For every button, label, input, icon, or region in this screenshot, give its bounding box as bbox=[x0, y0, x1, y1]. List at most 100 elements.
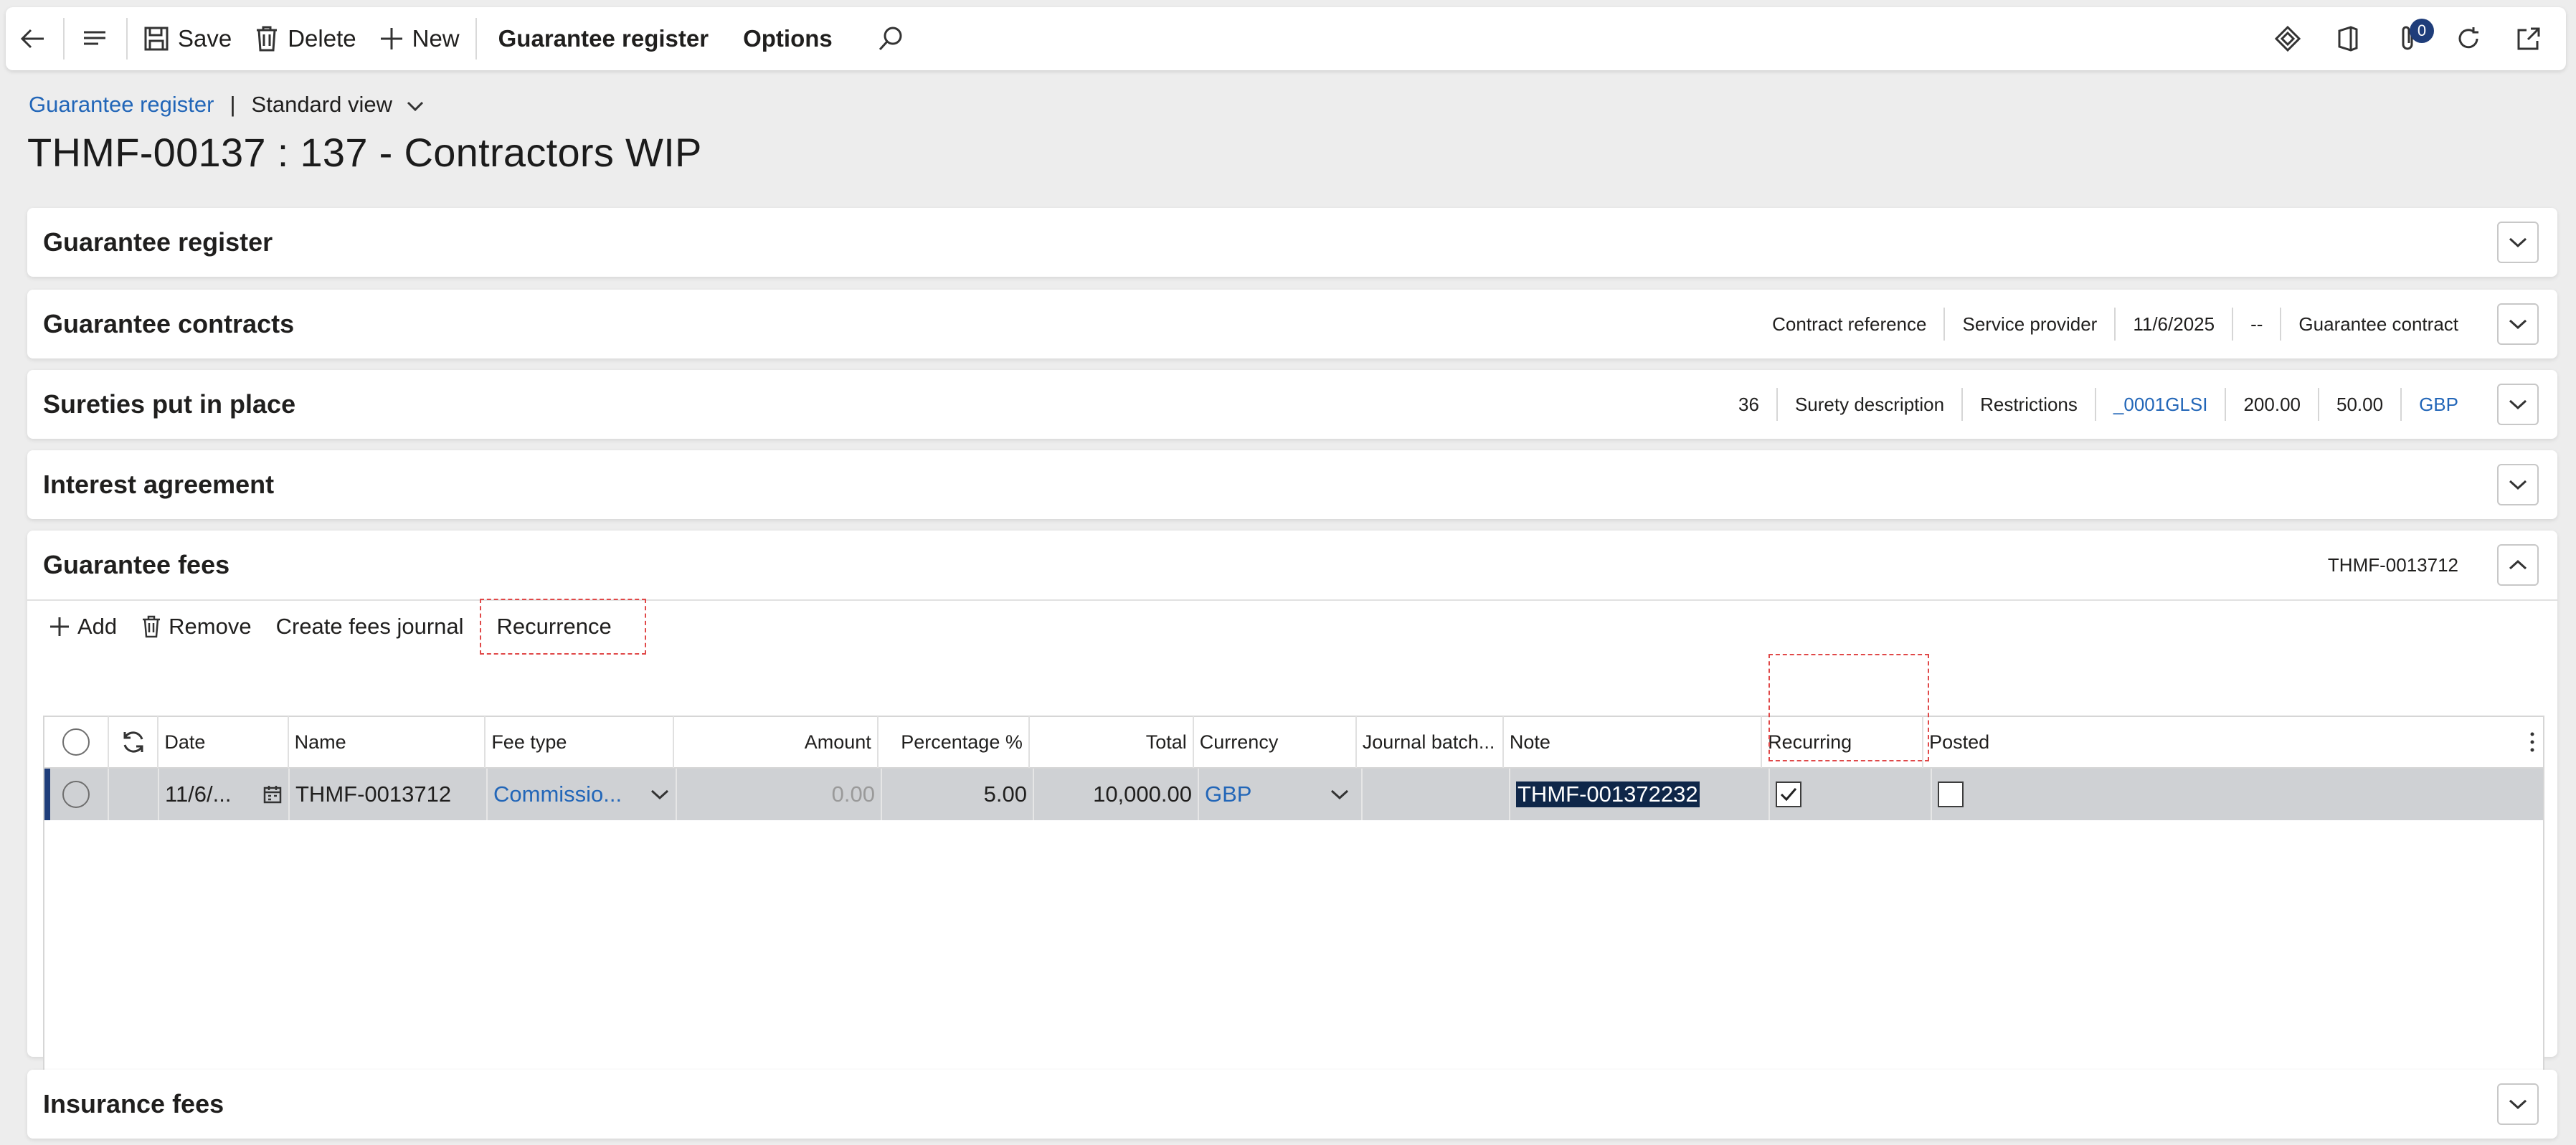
breadcrumb: Guarantee register | Standard view bbox=[29, 89, 425, 120]
expand-button[interactable] bbox=[2497, 222, 2539, 263]
attachments-button[interactable]: 0 bbox=[2378, 7, 2438, 70]
section-title: Guarantee fees bbox=[43, 550, 230, 579]
cell-name[interactable]: THMF-0013712 bbox=[290, 769, 488, 820]
search-button[interactable] bbox=[864, 7, 917, 70]
section-header[interactable]: Guarantee fees THMF-0013712 bbox=[27, 531, 2557, 599]
cell-fee-type-value[interactable]: Commissio... bbox=[493, 781, 622, 807]
cell-posted[interactable] bbox=[1932, 769, 2533, 820]
cell-recurring[interactable] bbox=[1770, 769, 1932, 820]
toolbar-separator bbox=[63, 18, 65, 60]
select-all-cell[interactable] bbox=[44, 716, 109, 768]
new-label: New bbox=[412, 25, 460, 52]
refresh-cell[interactable] bbox=[109, 716, 159, 768]
cell-journal-batch[interactable] bbox=[1363, 769, 1510, 820]
expand-button[interactable] bbox=[2497, 384, 2539, 425]
toolbar-separator bbox=[126, 18, 128, 60]
summary-currency-link[interactable]: GBP bbox=[2400, 388, 2476, 421]
col-date[interactable]: Date bbox=[158, 716, 289, 768]
summary-fee-name: THMF-0013712 bbox=[2327, 554, 2458, 576]
calendar-icon[interactable] bbox=[262, 784, 283, 804]
menu-button[interactable] bbox=[69, 7, 122, 70]
view-selector-label: Standard view bbox=[251, 92, 392, 117]
chevron-down-icon[interactable] bbox=[1330, 788, 1350, 801]
cell-currency[interactable]: GBP bbox=[1199, 769, 1363, 820]
chevron-down-icon bbox=[2509, 319, 2527, 330]
plus-icon bbox=[50, 617, 69, 636]
summary-surety-description: Surety description bbox=[1776, 388, 1961, 421]
create-fees-journal-button[interactable]: Create fees journal bbox=[276, 614, 464, 640]
section-header[interactable]: Insurance fees bbox=[27, 1070, 2557, 1139]
chevron-down-icon bbox=[407, 101, 423, 111]
section-summary: THMF-0013712 bbox=[2311, 548, 2476, 581]
plus-icon bbox=[380, 28, 402, 49]
open-new-window-button[interactable] bbox=[2499, 7, 2559, 70]
chevron-down-icon[interactable] bbox=[650, 788, 670, 801]
save-icon bbox=[144, 27, 169, 51]
hamburger-icon bbox=[84, 31, 105, 45]
expand-button[interactable] bbox=[2497, 1083, 2539, 1125]
section-header[interactable]: Sureties put in place 36 Surety descript… bbox=[27, 370, 2557, 439]
breadcrumb-link[interactable]: Guarantee register bbox=[29, 92, 214, 118]
section-title: Guarantee register bbox=[43, 227, 273, 257]
cell-fee-type[interactable]: Commissio... bbox=[488, 769, 677, 820]
col-posted[interactable]: Posted bbox=[1923, 716, 2521, 768]
guarantee-register-tab[interactable]: Guarantee register bbox=[481, 7, 726, 70]
col-amount[interactable]: Amount bbox=[674, 716, 879, 768]
expand-button[interactable] bbox=[2497, 303, 2539, 345]
options-tab[interactable]: Options bbox=[726, 7, 850, 70]
col-total[interactable]: Total bbox=[1030, 716, 1194, 768]
cell-currency-value[interactable]: GBP bbox=[1205, 781, 1251, 807]
save-label: Save bbox=[178, 25, 232, 52]
view-selector[interactable]: Standard view bbox=[252, 92, 425, 118]
col-currency[interactable]: Currency bbox=[1194, 716, 1357, 768]
grid-options-button[interactable] bbox=[2521, 716, 2543, 768]
cell-percentage[interactable]: 5.00 bbox=[882, 769, 1034, 820]
refresh-icon bbox=[123, 731, 143, 753]
row-select-radio[interactable] bbox=[62, 781, 90, 808]
row-status-cell bbox=[109, 769, 159, 820]
back-arrow-icon bbox=[20, 29, 44, 49]
office-button[interactable] bbox=[2318, 7, 2378, 70]
row-select-cell[interactable] bbox=[44, 769, 109, 820]
power-apps-button[interactable] bbox=[2258, 7, 2318, 70]
summary-code-link[interactable]: _0001GLSI bbox=[2094, 388, 2225, 421]
select-all-radio[interactable] bbox=[62, 728, 90, 756]
refresh-icon bbox=[2458, 27, 2478, 49]
cell-amount[interactable]: 0.00 bbox=[677, 769, 882, 820]
section-title: Guarantee contracts bbox=[43, 309, 295, 338]
cell-total[interactable]: 10,000.00 bbox=[1034, 769, 1199, 820]
col-name[interactable]: Name bbox=[289, 716, 486, 768]
action-pane: Save Delete New Guarantee register Optio… bbox=[6, 7, 2566, 70]
col-percentage[interactable]: Percentage % bbox=[879, 716, 1030, 768]
section-header[interactable]: Guarantee register bbox=[27, 208, 2557, 277]
remove-label: Remove bbox=[169, 614, 252, 639]
recurrence-button[interactable]: Recurrence bbox=[479, 599, 646, 655]
expand-button[interactable] bbox=[2497, 464, 2539, 505]
table-row[interactable]: 11/6/... THMF-0013712 Commissio... 0.00 … bbox=[44, 769, 2543, 820]
cell-note[interactable]: THMF-001372232 bbox=[1510, 769, 1770, 820]
remove-button[interactable]: Remove bbox=[141, 614, 252, 640]
delete-button[interactable]: Delete bbox=[243, 7, 367, 70]
add-button[interactable]: Add bbox=[49, 614, 117, 640]
back-button[interactable] bbox=[6, 7, 59, 70]
new-button[interactable]: New bbox=[368, 7, 471, 70]
toolbar-right: 0 bbox=[2258, 7, 2566, 70]
cell-note-value[interactable]: THMF-001372232 bbox=[1516, 781, 1700, 807]
col-note[interactable]: Note bbox=[1504, 716, 1763, 768]
more-vertical-icon bbox=[2530, 732, 2534, 752]
section-header[interactable]: Guarantee contracts Contract reference S… bbox=[27, 290, 2557, 358]
cell-date[interactable]: 11/6/... bbox=[159, 769, 290, 820]
section-header[interactable]: Interest agreement bbox=[27, 450, 2557, 519]
delete-label: Delete bbox=[288, 25, 356, 52]
collapse-button[interactable] bbox=[2497, 544, 2539, 586]
posted-checkbox[interactable] bbox=[1938, 781, 1964, 807]
section-guarantee-contracts: Guarantee contracts Contract reference S… bbox=[27, 290, 2557, 358]
summary-empty: -- bbox=[2232, 308, 2280, 341]
col-fee-type[interactable]: Fee type bbox=[486, 716, 675, 768]
refresh-button[interactable] bbox=[2438, 7, 2499, 70]
section-summary: 36 Surety description Restrictions _0001… bbox=[1721, 388, 2476, 421]
recurring-checkbox[interactable] bbox=[1776, 781, 1801, 807]
col-journal-batch[interactable]: Journal batch... bbox=[1357, 716, 1504, 768]
save-button[interactable]: Save bbox=[132, 7, 243, 70]
create-fees-journal-label: Create fees journal bbox=[275, 614, 464, 639]
